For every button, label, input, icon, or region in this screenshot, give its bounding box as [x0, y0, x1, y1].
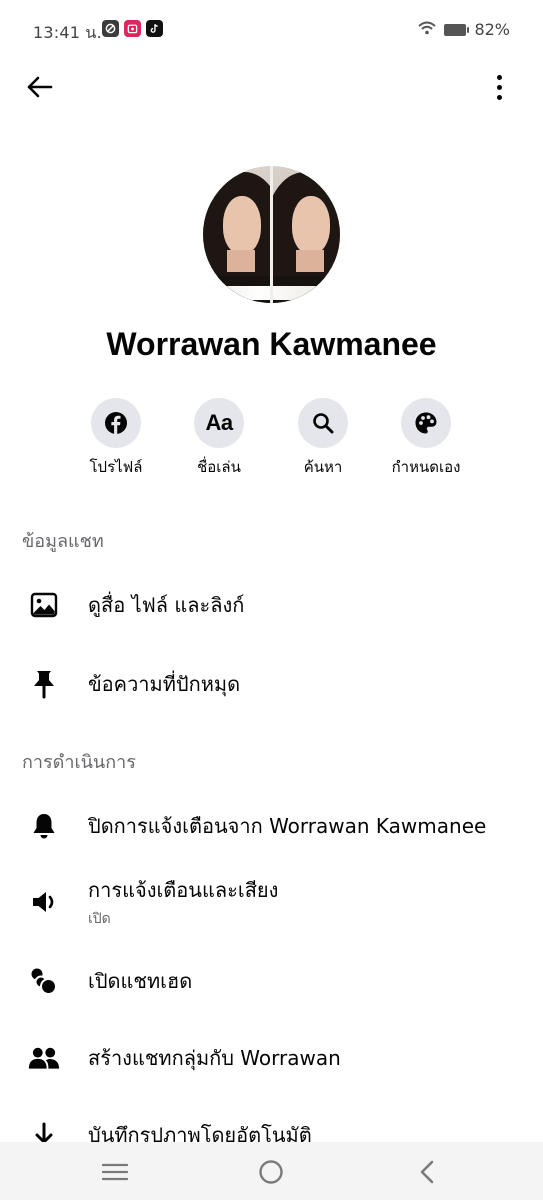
home-circle-icon — [259, 1160, 283, 1184]
system-nav-bar — [0, 1142, 543, 1200]
create-group-chat-item[interactable]: สร้างแชทกลุ่มกับ Worrawan — [0, 1023, 543, 1093]
profile-action-label: โปรไฟล์ — [89, 458, 143, 476]
mute-notifications-item[interactable]: ปิดการแจ้งเตือนจาก Worrawan Kawmanee — [0, 791, 543, 861]
home-button[interactable] — [251, 1152, 291, 1192]
section-actions-title: การดำเนินการ — [22, 752, 136, 773]
row-label: ดูสื่อ ไฟล์ และลิงก์ — [88, 593, 245, 617]
profile-name: Worrawan Kawmanee — [106, 326, 437, 362]
search-action-label: ค้นหา — [303, 458, 343, 476]
facebook-icon — [105, 412, 127, 434]
tiktok-app-icon — [146, 20, 163, 37]
status-right: 82% — [418, 20, 510, 39]
avatar-photo-left — [203, 166, 272, 303]
bell-icon — [28, 810, 60, 842]
battery-icon — [444, 23, 470, 36]
row-label: ปิดการแจ้งเตือนจาก Worrawan Kawmanee — [88, 814, 487, 838]
row-label: ข้อความที่ปักหมุด — [88, 672, 241, 696]
more-options-button[interactable] — [487, 68, 511, 106]
system-back-button[interactable] — [407, 1152, 447, 1192]
chat-heads-icon — [28, 965, 60, 997]
nickname-action-button[interactable]: Aa ชื่อเล่น — [164, 398, 274, 479]
pinned-messages-item[interactable]: ข้อความที่ปักหมุด — [0, 649, 543, 719]
row-label: เปิดแชทเฮด — [88, 969, 193, 993]
palette-icon — [415, 412, 437, 434]
more-dot — [496, 94, 502, 100]
avatar-photo-right — [271, 166, 340, 303]
chat-heads-item[interactable]: เปิดแชทเฮด — [0, 946, 543, 1016]
top-bar — [0, 62, 543, 112]
profile-avatar[interactable] — [203, 166, 340, 303]
notifications-sounds-item[interactable]: การแจ้งเตือนและเสียง เปิด — [0, 867, 543, 937]
more-dot — [496, 74, 502, 80]
status-app-icons — [102, 20, 163, 37]
customize-action-button[interactable]: กำหนดเอง — [371, 398, 481, 479]
search-icon — [313, 413, 334, 434]
profile-action-button[interactable]: โปรไฟล์ — [61, 398, 171, 479]
row-sublabel: เปิด — [88, 911, 111, 927]
speaker-icon — [28, 886, 60, 918]
arrow-left-icon — [27, 76, 53, 98]
people-icon — [28, 1042, 60, 1074]
image-icon — [28, 589, 60, 621]
wifi-icon — [418, 20, 437, 39]
more-dot — [496, 84, 502, 90]
menu-lines-icon — [102, 1163, 128, 1181]
calendar-app-icon — [124, 20, 141, 37]
nickname-action-label: ชื่อเล่น — [197, 458, 241, 476]
row-label: สร้างแชทกลุ่มกับ Worrawan — [88, 1046, 341, 1070]
pin-icon — [28, 668, 60, 700]
section-chat-info-title: ข้อมูลแชท — [22, 531, 104, 552]
view-media-files-links-item[interactable]: ดูสื่อ ไฟล์ และลิงก์ — [0, 570, 543, 640]
status-time: 13:41 น. — [33, 23, 102, 42]
customize-action-label: กำหนดเอง — [391, 458, 461, 476]
status-bar: 13:41 น. 82% — [0, 0, 543, 62]
chevron-left-icon — [420, 1160, 434, 1184]
back-button[interactable] — [20, 68, 58, 106]
quick-actions: โปรไฟล์ Aa ชื่อเล่น ค้นหา กำหนดเอง — [0, 398, 543, 478]
recent-apps-button[interactable] — [95, 1152, 135, 1192]
nickname-aa-icon: Aa — [205, 410, 233, 435]
search-action-button[interactable]: ค้นหา — [268, 398, 378, 479]
shield-app-icon — [102, 20, 119, 37]
row-label: การแจ้งเตือนและเสียง — [88, 878, 279, 902]
battery-percent: 82% — [474, 20, 510, 39]
